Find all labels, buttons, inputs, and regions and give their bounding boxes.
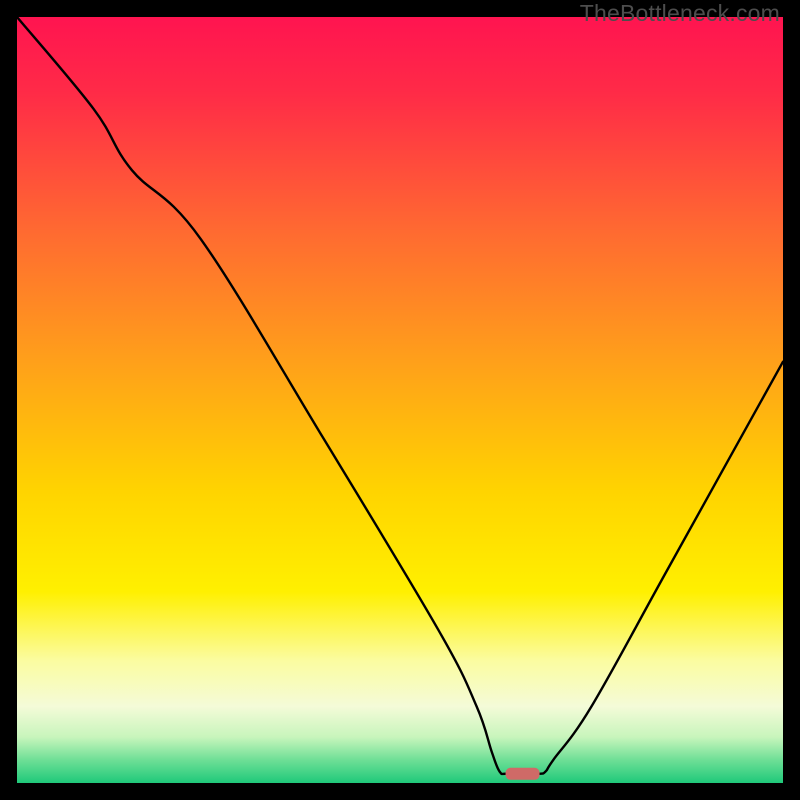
bottleneck-chart <box>17 17 783 783</box>
gradient-background <box>17 17 783 783</box>
optimum-marker <box>506 768 540 780</box>
chart-frame: TheBottleneck.com <box>0 0 800 800</box>
plot-area <box>17 17 783 783</box>
